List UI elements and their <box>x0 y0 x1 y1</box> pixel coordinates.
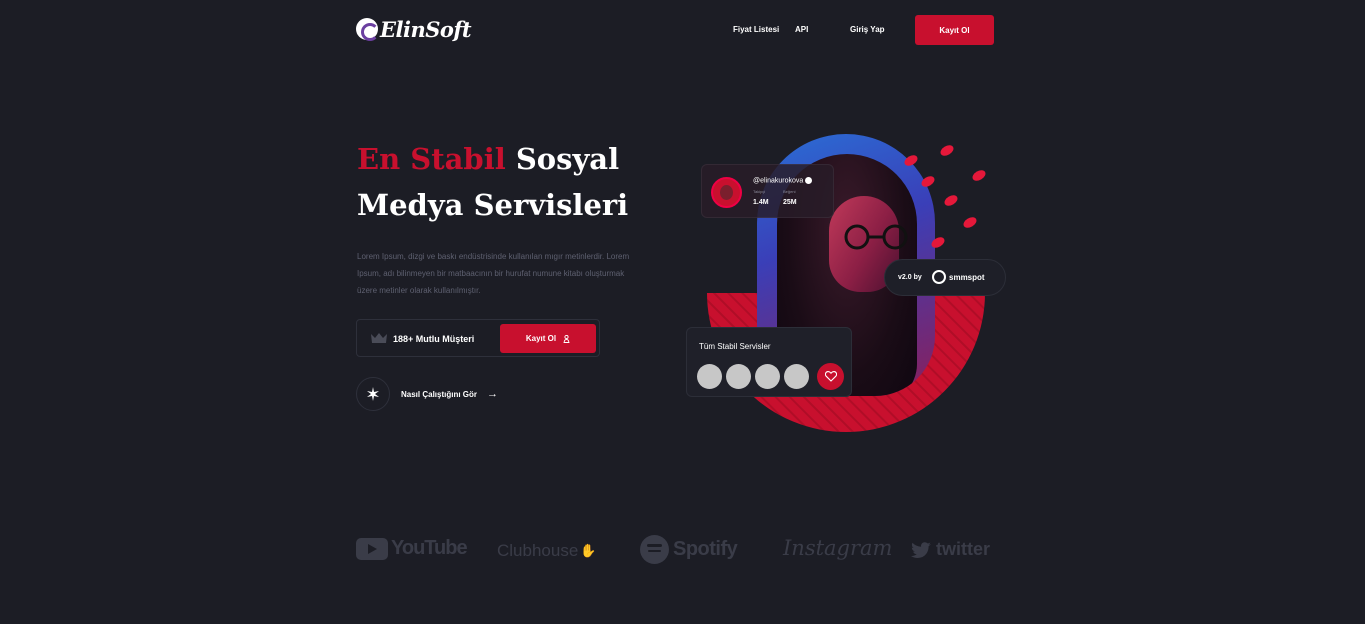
avatar <box>711 177 742 208</box>
services-card: Tüm Stabil Servisler <box>686 327 852 397</box>
twitter-logo: twitter <box>911 539 990 560</box>
profile-handle: @elinakurokova <box>753 177 813 184</box>
heart-icon[interactable] <box>817 363 844 390</box>
customers-cta-box: 188+ Mutlu Müşteri Kayıt Ol <box>356 319 600 357</box>
smmspot-logo-icon <box>932 270 946 284</box>
spotify-icon <box>640 535 669 564</box>
crown-icon <box>371 333 387 343</box>
partner-name: smmspot <box>949 273 985 282</box>
service-avatar[interactable] <box>697 364 722 389</box>
how-it-works-link[interactable]: Nasıl Çalıştığını Gör → <box>356 377 498 411</box>
likes-label: Beğeni <box>783 189 796 194</box>
logo-text: ElinSoft <box>380 16 472 42</box>
customers-count: 188+ Mutlu Müşteri <box>393 334 475 344</box>
nav-login-link[interactable]: Giriş Yap <box>850 25 885 34</box>
hero-title: En Stabil Sosyal Medya Servisleri <box>357 136 717 228</box>
likes-value: 25M <box>783 199 797 206</box>
hero-title-accent: En Stabil <box>357 142 506 176</box>
youtube-logo: YouTube <box>356 537 468 560</box>
arrow-right-icon: → <box>487 388 499 400</box>
sparkle-icon <box>356 377 390 411</box>
partner-version: v2.0 by <box>898 274 922 281</box>
verified-icon <box>805 177 813 184</box>
instagram-logo: Instagram <box>783 536 893 560</box>
nav-signup-button[interactable]: Kayıt Ol <box>915 15 994 45</box>
partner-badge: v2.0 by smmspot <box>884 259 1006 296</box>
hero-description: Lorem Ipsum, dizgi ve baskı endüstrisind… <box>357 252 630 295</box>
spotify-logo: Spotify <box>640 535 738 564</box>
youtube-icon <box>356 537 388 560</box>
service-avatar[interactable] <box>755 364 780 389</box>
services-title: Tüm Stabil Servisler <box>699 342 771 351</box>
followers-value: 1.4M <box>753 199 769 206</box>
site-logo[interactable]: ElinSoft <box>356 12 472 46</box>
wave-hand-icon: ✋ <box>580 543 597 558</box>
followers-label: Takipçi <box>753 189 766 194</box>
how-it-works-label: Nasıl Çalıştığını Gör <box>401 389 478 399</box>
nav-pricing-link[interactable]: Fiyat Listesi <box>733 25 779 34</box>
twitter-bird-icon <box>911 541 931 558</box>
glasses-icon <box>844 224 908 250</box>
nav-api-link[interactable]: API <box>795 25 808 34</box>
clubhouse-logo: Clubhouse ✋ <box>497 541 597 560</box>
profile-card: @elinakurokova Takipçi 1.4M Beğeni 25M <box>701 164 834 218</box>
hero-signup-button[interactable]: Kayıt Ol <box>500 324 596 353</box>
service-avatar[interactable] <box>784 364 809 389</box>
logo-icon <box>356 18 379 41</box>
hero-signup-label: Kayıt Ol <box>525 334 557 343</box>
service-avatar[interactable] <box>726 364 751 389</box>
user-icon <box>563 334 570 343</box>
